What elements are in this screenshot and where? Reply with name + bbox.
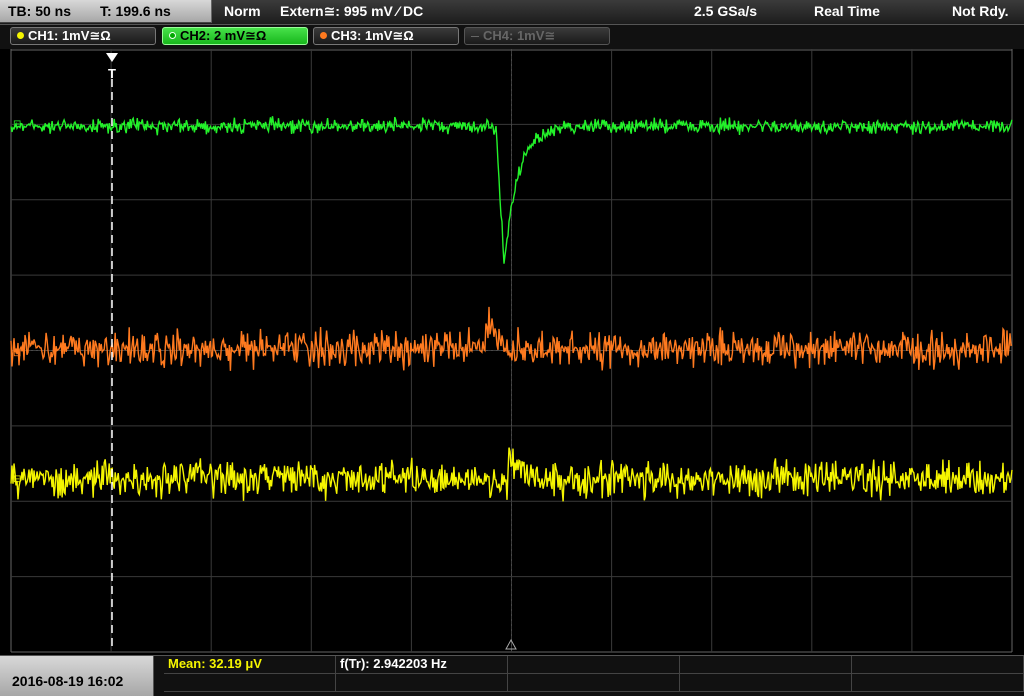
channel-bar: CH1: 1mV≅Ω CH2: 2 mV≅Ω CH3: 1mV≅Ω CH4: 1… [0, 25, 1024, 49]
measurement-empty-7[interactable] [336, 674, 508, 692]
channel-tab-ch4[interactable]: CH4: 1mV≅ [464, 27, 610, 45]
status-bar: TB: 50 ns T: 199.6 ns Norm Extern≅: 995 … [0, 0, 1024, 25]
ch3-offset-marker[interactable]: ⊟ [13, 348, 21, 359]
timebase-value: TB: 50 ns [8, 3, 72, 19]
ch4-label: CH4: 1mV≅ [483, 28, 556, 43]
measurement-empty-9[interactable] [680, 674, 852, 692]
waveform-display[interactable]: ⊟ ⊟ ⊟ T [0, 49, 1024, 655]
measurement-empty-3[interactable] [508, 656, 680, 674]
bottom-bar: 2016-08-19 16:02 Mean: 32.19 μV f(Tr): 2… [0, 655, 1024, 696]
ch1-color-icon [17, 32, 24, 39]
trigger-source[interactable]: Extern≅: 995 mV ⁄ DC [280, 3, 423, 20]
ch4-off-icon [471, 36, 479, 37]
measurement-empty-6[interactable] [164, 674, 336, 692]
ch2-color-icon [169, 32, 176, 39]
ch2-label: CH2: 2 mV≅Ω [180, 28, 267, 43]
acquisition-mode[interactable]: Real Time [814, 3, 880, 19]
ch2-offset-marker[interactable]: ⊟ [13, 119, 21, 130]
acquisition-status: Not Rdy. [952, 3, 1009, 19]
ch3-label: CH3: 1mV≅Ω [331, 28, 414, 43]
ch3-color-icon [320, 32, 327, 39]
trigger-position-value: T: 199.6 ns [100, 3, 171, 19]
trigger-marker-label: T [108, 66, 116, 81]
measurement-table: Mean: 32.19 μV f(Tr): 2.942203 Hz [164, 656, 1024, 696]
measurement-empty-8[interactable] [508, 674, 680, 692]
measurement-empty-4[interactable] [680, 656, 852, 674]
timebase-box[interactable]: TB: 50 ns T: 199.6 ns [0, 0, 212, 23]
measurement-empty-10[interactable] [852, 674, 1024, 692]
measurement-empty-5[interactable] [852, 656, 1024, 674]
trigger-mode[interactable]: Norm [224, 3, 261, 19]
measurement-trigger-frequency[interactable]: f(Tr): 2.942203 Hz [336, 656, 508, 674]
ch1-offset-marker[interactable]: ⊟ [13, 474, 21, 485]
date-time: 2016-08-19 16:02 [0, 656, 154, 696]
sample-rate[interactable]: 2.5 GSa/s [694, 3, 757, 19]
ch1-label: CH1: 1mV≅Ω [28, 28, 111, 43]
channel-tab-ch1[interactable]: CH1: 1mV≅Ω [10, 27, 156, 45]
measurement-mean[interactable]: Mean: 32.19 μV [164, 656, 336, 674]
channel-tab-ch2[interactable]: CH2: 2 mV≅Ω [162, 27, 308, 45]
channel-tab-ch3[interactable]: CH3: 1mV≅Ω [313, 27, 459, 45]
